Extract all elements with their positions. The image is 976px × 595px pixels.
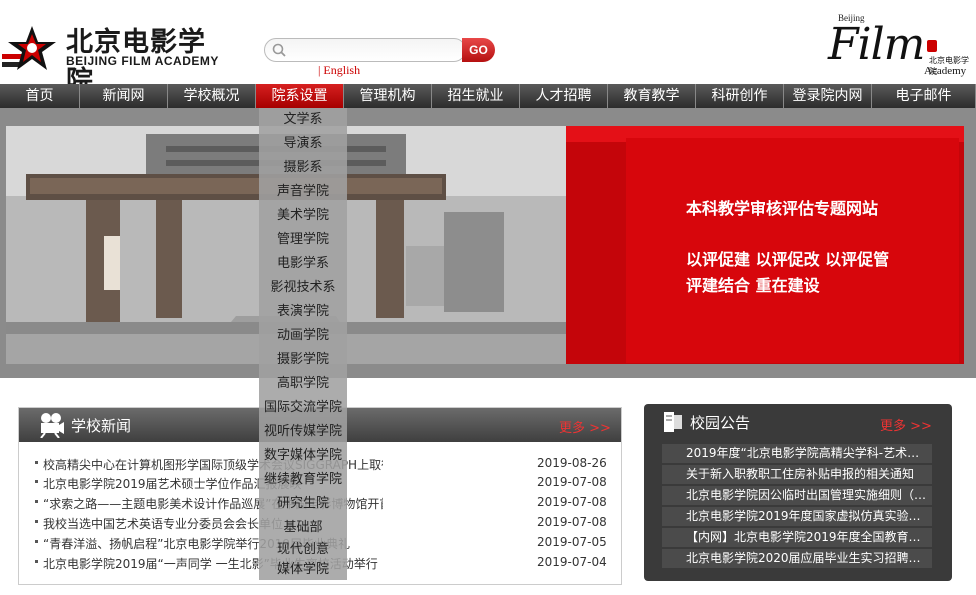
bullet-icon [35, 480, 38, 483]
dropdown-item-film-technology[interactable]: 影视技术系 [259, 280, 347, 296]
seal-icon [927, 40, 937, 52]
nav-item-education[interactable]: 教育教学 [608, 84, 696, 108]
film-logo: Beijing Film 北京电影学院 Academy [826, 10, 976, 80]
news-row-date: 2019-07-05 [537, 535, 607, 549]
search-input[interactable] [293, 41, 462, 61]
logo-english-name: BEIJING FILM ACADEMY [66, 54, 219, 68]
nav-item-home[interactable]: 首页 [0, 84, 80, 108]
school-news-title: 学校新闻 [71, 417, 132, 435]
notice-row-title[interactable]: 【内网】北京电影学院2019年度全国教育系… [686, 528, 932, 547]
dropdown-item-digital-media[interactable]: 数字媒体学院 [259, 448, 347, 464]
dropdown-item-audiovisual-media[interactable]: 视听传媒学院 [259, 424, 347, 440]
film-logo-word: Film [828, 19, 925, 70]
banner-slogan-2: 评建结合 重在建设 [686, 276, 820, 295]
dropdown-item-management[interactable]: 管理学院 [259, 232, 347, 248]
campus-notice-more-link[interactable]: 更多 >> [880, 415, 932, 434]
dropdown-item-literature[interactable]: 文学系 [259, 112, 347, 128]
dropdown-item-international[interactable]: 国际交流学院 [259, 400, 347, 416]
news-row-date: 2019-08-26 [537, 456, 607, 470]
nav-item-about[interactable]: 学校概况 [168, 84, 256, 108]
dropdown-item-animation[interactable]: 动画学院 [259, 328, 347, 344]
notice-row-title[interactable]: 北京电影学院2020届应届毕业生实习招聘公告 [686, 549, 932, 568]
nav-item-recruitment[interactable]: 人才招聘 [520, 84, 608, 108]
dropdown-item-acting[interactable]: 表演学院 [259, 304, 347, 320]
nav-item-email[interactable]: 电子邮件 [872, 84, 976, 108]
film-logo-academy: Academy [924, 65, 967, 77]
academy-logo[interactable]: 北京电影学院 BEIJING FILM ACADEMY [0, 18, 230, 97]
nav-item-intranet-login[interactable]: 登录院内网 [784, 84, 872, 108]
dropdown-item-photography[interactable]: 摄影学院 [259, 352, 347, 368]
campus-notice-title: 校园公告 [690, 414, 751, 432]
dropdown-item-directing[interactable]: 导演系 [259, 136, 347, 152]
notice-row[interactable]: 2019年度“北京电影学院高精尖学科-艺术… [662, 444, 932, 463]
notice-row-title[interactable]: 北京电影学院因公临时出国管理实施细则（… [686, 486, 932, 505]
main-nav: 首页 新闻网 学校概况 院系设置 管理机构 招生就业 人才招聘 教育教学 科研创… [0, 84, 976, 108]
bullet-icon [35, 500, 38, 503]
notice-row[interactable]: 【内网】北京电影学院2019年度全国教育系… [662, 528, 932, 547]
header: 北京电影学院 BEIJING FILM ACADEMY GO | English… [0, 0, 976, 97]
nav-item-departments[interactable]: 院系设置 [256, 84, 344, 108]
campus-notice-panel: 校园公告 更多 >> 2019年度“北京电影学院高精尖学科-艺术… 关于新入职教… [644, 404, 952, 581]
departments-dropdown-menu: 文学系 导演系 摄影系 声音学院 美术学院 管理学院 电影学系 影视技术系 表演… [259, 108, 347, 580]
notice-row-title[interactable]: 2019年度“北京电影学院高精尖学科-艺术… [686, 444, 932, 463]
dropdown-item-continuing-education[interactable]: 继续教育学院 [259, 472, 347, 488]
dropdown-item-graduate-school[interactable]: 研究生院 [259, 496, 347, 512]
star-logo-icon [2, 26, 56, 70]
news-row-date: 2019-07-08 [537, 495, 607, 509]
notice-row[interactable]: 北京电影学院因公临时出国管理实施细则（… [662, 486, 932, 505]
bullet-icon [35, 560, 38, 563]
news-row-date: 2019-07-08 [537, 515, 607, 529]
dropdown-item-cinematography[interactable]: 摄影系 [259, 160, 347, 176]
notice-row-title[interactable]: 北京电影学院2019年度国家虚拟仿真实验教… [686, 507, 932, 526]
banner-title[interactable]: 本科教学审核评估专题网站 [686, 195, 878, 219]
banner-slogan-1: 以评促建 以评促改 以评促管 [686, 250, 890, 269]
dropdown-item-fine-arts[interactable]: 美术学院 [259, 208, 347, 224]
film-camera-icon [40, 413, 64, 438]
news-row-date: 2019-07-04 [537, 555, 607, 569]
bullet-icon [35, 461, 38, 464]
dropdown-item-foundation[interactable]: 基础部 [259, 520, 347, 536]
bullet-icon [35, 540, 38, 543]
notice-row[interactable]: 关于新入职教职工住房补贴申报的相关通知 [662, 465, 932, 484]
nav-item-administration[interactable]: 管理机构 [344, 84, 432, 108]
bullet-icon [35, 520, 38, 523]
notice-board-icon [664, 412, 682, 432]
nav-item-admissions[interactable]: 招生就业 [432, 84, 520, 108]
dropdown-item-creative-media-line2[interactable]: 媒体学院 [259, 562, 347, 578]
dropdown-item-sound[interactable]: 声音学院 [259, 184, 347, 200]
go-button[interactable]: GO [462, 38, 495, 62]
dropdown-item-creative-media-line1[interactable]: 现代创意 [259, 542, 347, 558]
notice-row-title[interactable]: 关于新入职教职工住房补贴申报的相关通知 [686, 465, 932, 484]
notice-row[interactable]: 北京电影学院2019年度国家虚拟仿真实验教… [662, 507, 932, 526]
school-news-more-link[interactable]: 更多 >> [559, 417, 611, 436]
dropdown-item-film-studies[interactable]: 电影学系 [259, 256, 347, 272]
notice-row[interactable]: 北京电影学院2020届应届毕业生实习招聘公告 [662, 549, 932, 568]
dropdown-item-vocational[interactable]: 高职学院 [259, 376, 347, 392]
news-row-date: 2019-07-08 [537, 475, 607, 489]
nav-item-news[interactable]: 新闻网 [80, 84, 168, 108]
search-icon [272, 43, 286, 57]
nav-item-research[interactable]: 科研创作 [696, 84, 784, 108]
search-box[interactable] [264, 38, 466, 62]
english-link[interactable]: | English [318, 63, 360, 78]
